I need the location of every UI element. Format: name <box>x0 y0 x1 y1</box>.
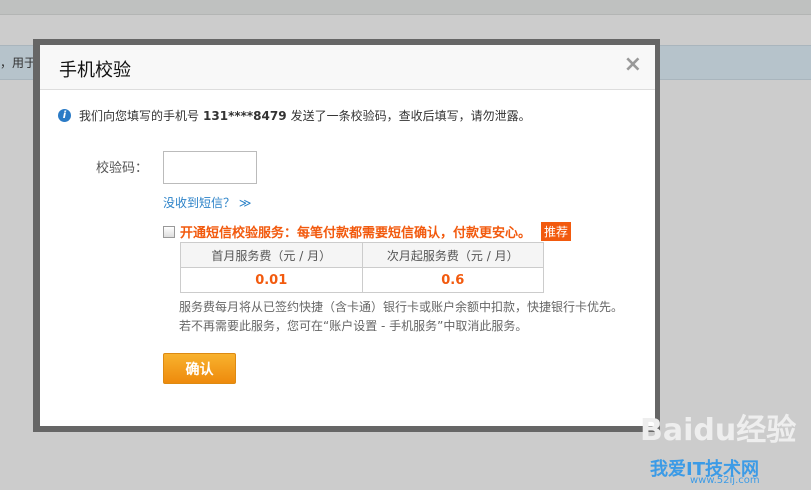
fee-header: 首月服务费（元 / 月） <box>180 242 363 268</box>
sms-service-checkbox[interactable] <box>163 225 175 238</box>
fee-header: 次月起服务费（元 / 月） <box>361 242 544 268</box>
code-label: 校验码： <box>96 161 149 176</box>
phone-number: 131****8479 <box>203 108 287 123</box>
dialog-header: 手机校验 × <box>40 45 655 90</box>
phone-verify-dialog: 手机校验 × i 我们向您填写的手机号 131****8479 发送了一条校验码… <box>33 39 660 432</box>
code-input[interactable] <box>163 151 257 184</box>
info-icon: i <box>58 109 71 122</box>
note-line: 若不再需要此服务，您可在“账户设置 - 手机服务”中取消此服务。 <box>179 319 528 333</box>
top-bar <box>0 0 811 15</box>
sms-service-option: 开通短信校验服务：每笔付款都需要短信确认，付款更安心。 推荐 <box>163 222 572 241</box>
close-icon[interactable]: × <box>624 52 642 77</box>
confirm-button[interactable]: 确认 <box>163 353 236 384</box>
info-prefix: 我们向您填写的手机号 <box>79 109 200 123</box>
watermark-brand: Baidu经验 <box>640 413 797 448</box>
watermark-site: 我爱IT技术网 <box>650 459 759 480</box>
fee-value: 0.01 <box>180 267 363 293</box>
info-suffix: 发送了一条校验码，查收后填写，请勿泄露。 <box>290 109 531 123</box>
watermark-url: www.52ij.com <box>690 475 760 486</box>
fee-value: 0.6 <box>361 267 544 293</box>
no-sms-link[interactable]: 没收到短信？ ≫ <box>163 194 251 211</box>
notice-text: ，用于 <box>0 56 37 70</box>
sms-service-label[interactable]: 开通短信校验服务：每笔付款都需要短信确认，付款更安心。 <box>180 222 531 241</box>
info-message: i 我们向您填写的手机号 131****8479 发送了一条校验码，查收后填写，… <box>58 107 531 124</box>
fee-table: 首月服务费（元 / 月） 次月起服务费（元 / 月） 0.01 0.6 <box>180 242 544 293</box>
note-line: 服务费每月将从已签约快捷（含卡通）银行卡或账户余额中扣款，快捷银行卡优先。 <box>179 300 624 314</box>
recommend-badge: 推荐 <box>541 222 572 241</box>
dialog-title: 手机校验 <box>59 60 131 81</box>
service-notes: 服务费每月将从已签约快捷（含卡通）银行卡或账户余额中扣款，快捷银行卡优先。 若不… <box>179 298 623 336</box>
